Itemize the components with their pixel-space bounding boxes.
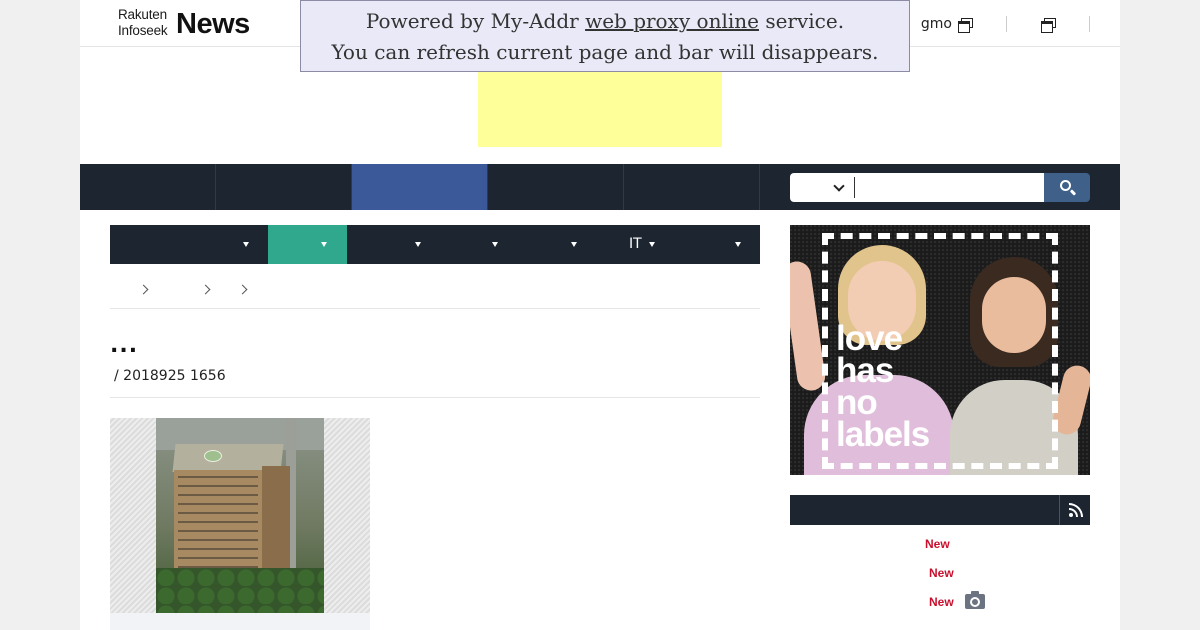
main-nav-item[interactable] <box>80 164 216 210</box>
page: Rakuten Infoseek News gmo IT ... / 20189… <box>80 0 1120 630</box>
proxy-link[interactable]: web proxy online <box>585 9 759 33</box>
proxy-notice-bar: Powered by My-Addr web proxy online serv… <box>300 0 910 72</box>
chevron-right-icon <box>200 284 211 295</box>
top-banner-ad[interactable] <box>478 68 722 147</box>
proxy-notice-line2: You can refresh current page and bar wil… <box>331 40 879 64</box>
category-tab[interactable] <box>110 225 268 264</box>
new-window-icon[interactable] <box>1041 18 1056 33</box>
category-tab[interactable] <box>505 225 584 264</box>
proxy-notice-line1: Powered by My-Addr web proxy online serv… <box>301 6 909 37</box>
main-nav-item-active[interactable] <box>352 164 488 210</box>
breadcrumb-divider <box>110 308 760 309</box>
ad-slogan-line: labels <box>836 415 930 454</box>
chevron-right-icon <box>138 284 149 295</box>
search-box <box>790 173 1044 202</box>
building-photo <box>156 418 324 613</box>
caret-down-icon <box>649 242 655 247</box>
category-tab[interactable] <box>663 225 760 264</box>
ad-slogan: love has no labels <box>836 321 930 454</box>
new-badge: New <box>929 595 954 609</box>
main-nav-item[interactable] <box>488 164 624 210</box>
article-divider <box>110 397 760 398</box>
caret-down-icon <box>321 242 327 247</box>
category-nav: IT <box>110 225 760 264</box>
chevron-right-icon <box>237 284 248 295</box>
new-badge: New <box>929 566 954 580</box>
header-divider <box>1089 16 1090 32</box>
category-tab-label: IT <box>629 236 642 252</box>
header-divider <box>1006 16 1007 32</box>
caret-down-icon <box>243 242 249 247</box>
camera-icon <box>965 591 985 609</box>
main-nav-item[interactable] <box>216 164 352 210</box>
header-user-links: gmo <box>921 13 1090 35</box>
category-tab-active[interactable] <box>268 225 347 264</box>
sidebar-ad[interactable]: love has no labels <box>790 225 1090 475</box>
ranking-header <box>790 495 1090 525</box>
article-title: ... <box>110 333 139 358</box>
photo-caption-area <box>110 613 370 630</box>
main-nav <box>80 164 1120 210</box>
caret-down-icon <box>415 242 421 247</box>
logo-rakuten-text: Rakuten <box>118 7 167 22</box>
caret-down-icon <box>492 242 498 247</box>
search-button[interactable] <box>1044 173 1090 202</box>
caret-down-icon <box>571 242 577 247</box>
chevron-down-icon[interactable] <box>833 180 845 192</box>
search-input[interactable] <box>854 177 1034 198</box>
search-icon <box>1060 180 1071 191</box>
article-meta: / 2018925 1656 <box>114 368 226 384</box>
new-window-icon[interactable] <box>958 18 973 33</box>
main-nav-item[interactable] <box>624 164 760 210</box>
category-tab[interactable] <box>347 225 426 264</box>
caret-down-icon <box>735 242 741 247</box>
proxy-text: service. <box>758 9 845 33</box>
logo-news-text: News <box>176 8 250 40</box>
article-photo[interactable] <box>110 418 370 613</box>
proxy-text: Powered by My-Addr <box>365 9 586 33</box>
new-badge: New <box>925 537 950 551</box>
ranking-header-divider <box>1059 495 1060 525</box>
category-tab[interactable] <box>426 225 505 264</box>
user-link-text[interactable]: gmo <box>921 16 952 32</box>
logo-infoseek-text: Infoseek <box>118 23 168 38</box>
rss-icon[interactable] <box>1069 503 1083 517</box>
category-tab-it[interactable]: IT <box>584 225 663 264</box>
